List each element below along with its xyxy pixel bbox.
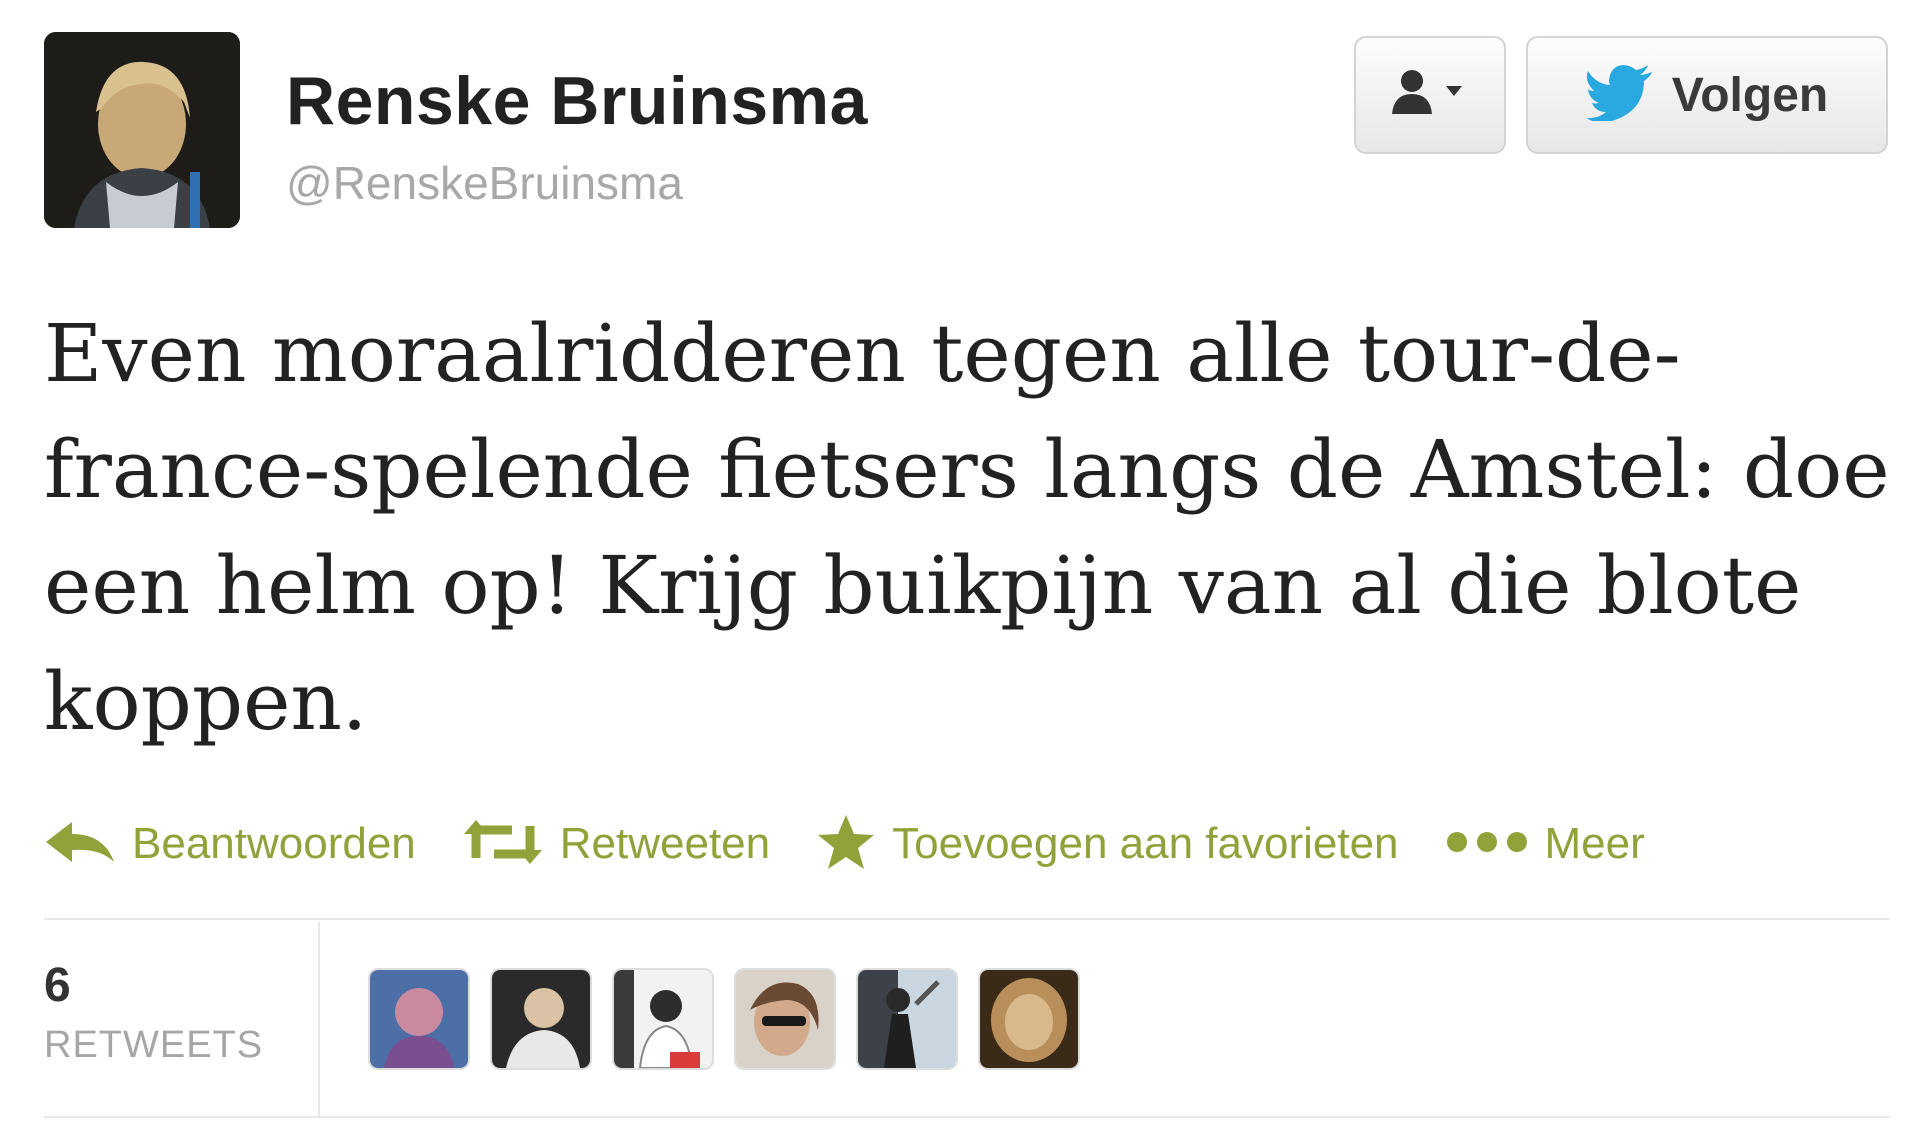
retweet-label: Retweeten bbox=[559, 819, 771, 868]
retweet-icon bbox=[462, 818, 544, 871]
profile-handle[interactable]: @RenskeBruinsma bbox=[286, 156, 683, 210]
retweeter-avatars bbox=[370, 970, 1078, 1068]
retweet-action[interactable]: Retweeten bbox=[462, 818, 770, 871]
retweeter-avatar[interactable] bbox=[736, 970, 834, 1068]
tweet-text: Even moraalridderen tegen alle tour-de-f… bbox=[44, 307, 1890, 748]
reply-action[interactable]: Beantwoorden bbox=[44, 818, 416, 871]
follow-label: Volgen bbox=[1671, 68, 1829, 122]
retweeter-avatar[interactable] bbox=[858, 970, 956, 1068]
more-dots-icon bbox=[1445, 830, 1529, 859]
more-label: Meer bbox=[1544, 819, 1645, 868]
reply-label: Beantwoorden bbox=[132, 819, 416, 868]
tweet-actions-bar: Beantwoorden Retweeten Toevoegen aan fav… bbox=[44, 812, 1691, 876]
favorite-action[interactable]: Toevoegen aan favorieten bbox=[816, 813, 1399, 876]
profile-name[interactable]: Renske Bruinsma bbox=[286, 62, 868, 140]
more-action[interactable]: Meer bbox=[1445, 819, 1645, 869]
stats-vertical-divider bbox=[318, 922, 320, 1118]
star-icon bbox=[816, 813, 876, 876]
user-actions-dropdown-button[interactable] bbox=[1354, 36, 1506, 154]
favorite-label: Toevoegen aan favorieten bbox=[892, 819, 1399, 868]
stats-top-divider bbox=[44, 918, 1890, 920]
stats-bottom-divider bbox=[44, 1116, 1890, 1118]
twitter-bird-icon bbox=[1585, 64, 1654, 126]
retweeter-avatar[interactable] bbox=[980, 970, 1078, 1068]
retweeter-avatar[interactable] bbox=[492, 970, 590, 1068]
reply-arrow-icon bbox=[44, 818, 116, 871]
follow-button[interactable]: Volgen bbox=[1526, 36, 1888, 154]
profile-avatar[interactable] bbox=[44, 32, 240, 228]
person-dropdown-icon bbox=[1388, 68, 1472, 123]
retweeter-avatar[interactable] bbox=[614, 970, 712, 1068]
retweeter-avatar[interactable] bbox=[370, 970, 468, 1068]
retweet-count[interactable]: 6 bbox=[44, 958, 71, 1013]
retweet-count-label[interactable]: RETWEETS bbox=[44, 1024, 263, 1067]
